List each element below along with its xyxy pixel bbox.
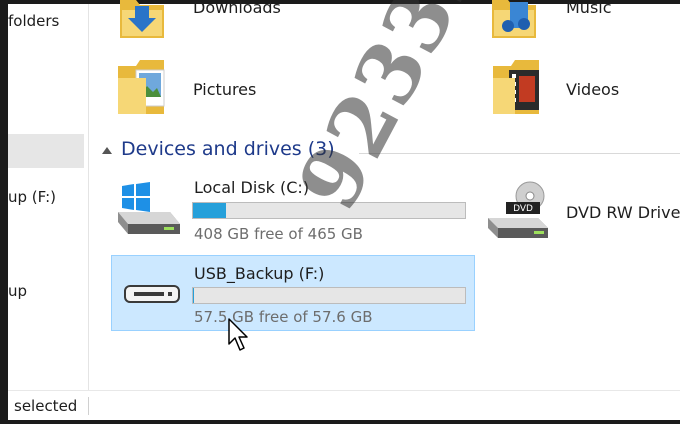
tile-videos[interactable]: Videos [566,80,619,99]
status-bar: selected [8,390,680,421]
drive-free-c: 408 GB free of 465 GB [194,225,363,243]
svg-text:DVD: DVD [513,204,533,214]
mouse-cursor-icon [228,318,250,356]
usage-fill-usb [193,288,194,303]
music-folder-icon [490,0,538,44]
drive-name-usb: USB_Backup (F:) [194,264,325,283]
downloads-folder-icon [118,0,166,44]
status-divider [88,397,89,415]
group-divider [359,153,680,154]
videos-folder-icon [491,56,543,120]
nav-item-usb-backup[interactable]: up (F:) [8,188,56,206]
nav-item-backup[interactable]: up [8,282,27,300]
collapse-arrow-icon[interactable] [102,147,112,154]
nav-item-folders[interactable]: folders [8,12,59,30]
window-frame-left [0,0,8,424]
pictures-folder-icon [116,56,168,120]
tile-pictures[interactable]: Pictures [193,80,256,99]
usb-backup-tile[interactable]: USB_Backup (F:) 57.5 GB free of 57.6 GB [111,255,475,331]
drive-name-dvd[interactable]: DVD RW Drive ( [566,203,680,222]
windows-drive-icon [114,182,184,244]
window-frame-bottom [0,420,680,424]
usage-fill-c [193,203,226,218]
dvd-drive-icon: DVD [486,180,552,250]
navigation-pane[interactable]: folders up (F:) up [8,4,89,390]
drive-free-usb: 57.5 GB free of 57.6 GB [194,308,373,326]
usage-bar-usb [192,287,466,304]
tile-music[interactable]: Music [566,0,612,17]
tile-downloads[interactable]: Downloads [193,0,281,17]
status-selected-text: selected [14,397,78,415]
nav-item-highlight [8,134,84,168]
usb-drive-icon [124,284,180,308]
